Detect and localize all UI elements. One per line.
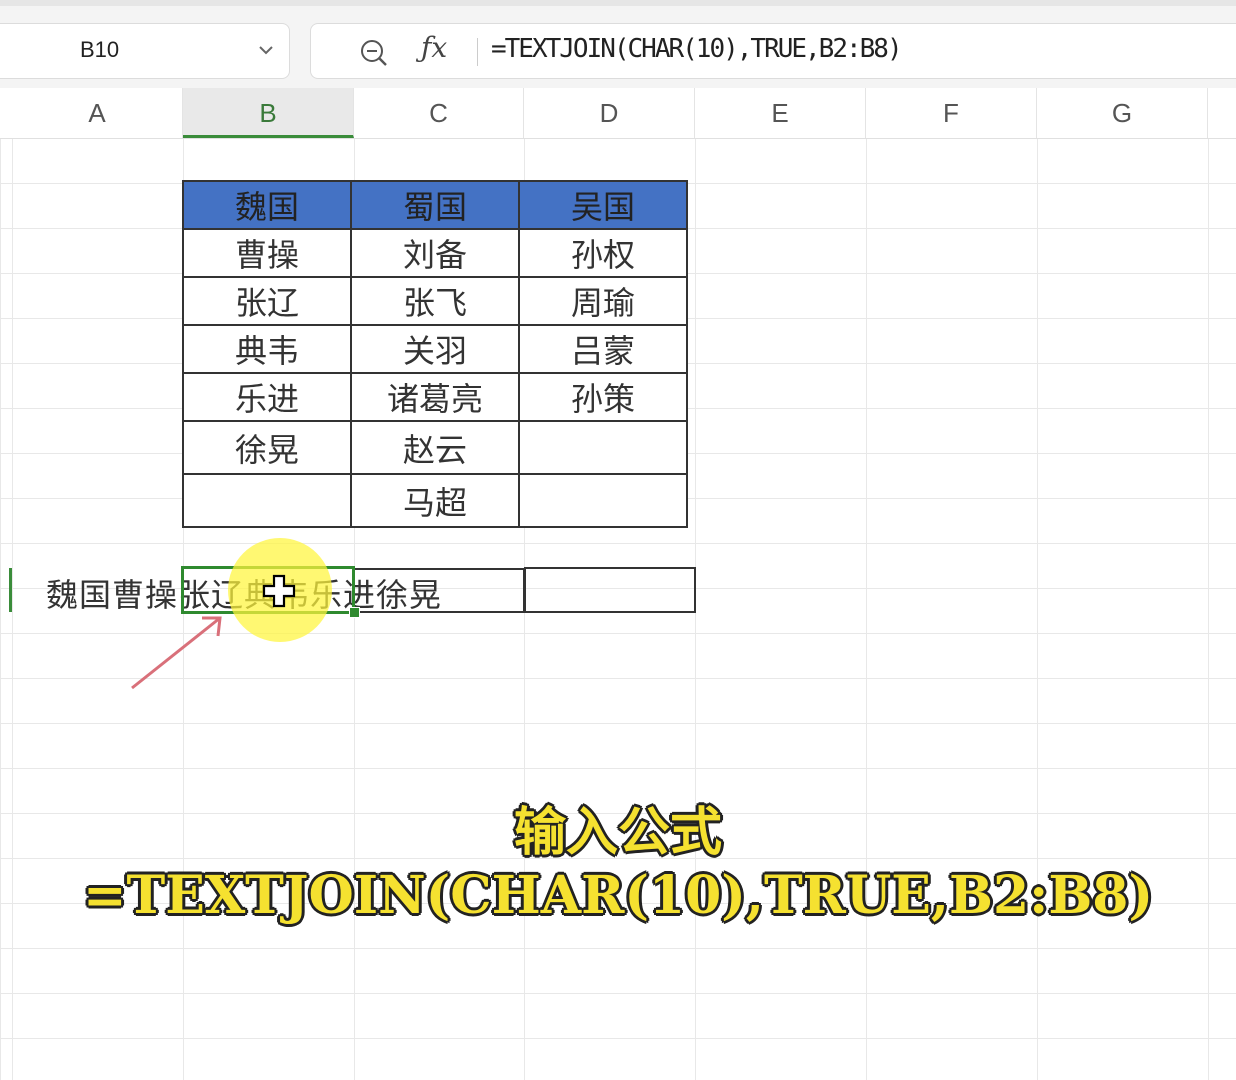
arrow-annotation [131, 616, 222, 690]
column-header-b[interactable]: B [183, 88, 354, 138]
move-cursor-icon [262, 574, 296, 608]
column-header-bar: A B C D E F G [0, 88, 1236, 139]
table-cell[interactable]: 关羽 [350, 324, 520, 374]
column-header-d[interactable]: D [524, 88, 695, 138]
table-cell[interactable]: 孙权 [518, 228, 688, 278]
table-header-cell[interactable]: 蜀国 [350, 180, 520, 230]
fx-icon[interactable]: ƒx [421, 31, 447, 64]
table-cell[interactable]: 徐晃 [182, 420, 352, 475]
table-cell[interactable]: 张飞 [350, 276, 520, 326]
table-cell[interactable]: 乐进 [182, 372, 352, 422]
kingdoms-table: 魏国 蜀国 吴国 曹操 刘备 孙权 张辽 张飞 周瑜 典韦 关羽 吕蒙 乐进 诸… [182, 180, 688, 528]
formula-separator [477, 38, 478, 66]
formula-bar[interactable]: ƒx =TEXTJOIN(CHAR(10),TRUE,B2:B8) [310, 23, 1236, 79]
table-row: 马超 [182, 473, 688, 528]
table-cell[interactable]: 孙策 [518, 372, 688, 422]
table-cell[interactable]: 典韦 [182, 324, 352, 374]
table-cell[interactable]: 赵云 [350, 420, 520, 475]
table-cell[interactable]: 马超 [350, 473, 520, 528]
top-toolbar: B10 ƒx =TEXTJOIN(CHAR(10),TRUE,B2:B8) [0, 0, 1236, 88]
table-row: 徐晃 赵云 [182, 420, 688, 475]
caption-overlay: 输入公式=TEXTJOIN(CHAR(10),TRUE,B2:B8) [82, 802, 1154, 926]
table-cell[interactable] [518, 473, 688, 528]
table-row: 曹操 刘备 孙权 [182, 228, 688, 278]
table-cell[interactable] [518, 420, 688, 475]
column-header-a[interactable]: A [12, 88, 183, 138]
column-header-g[interactable]: G [1037, 88, 1208, 138]
name-box[interactable]: B10 [0, 23, 290, 79]
chevron-down-icon[interactable] [256, 40, 276, 60]
column-header-c[interactable]: C [354, 88, 524, 138]
fill-handle[interactable] [349, 607, 360, 618]
column-header-e[interactable]: E [695, 88, 866, 138]
table-header-cell[interactable]: 吴国 [518, 180, 688, 230]
table-row: 乐进 诸葛亮 孙策 [182, 372, 688, 422]
formula-input[interactable]: =TEXTJOIN(CHAR(10),TRUE,B2:B8) [491, 34, 903, 64]
table-header-row: 魏国 蜀国 吴国 [182, 180, 688, 230]
table-cell[interactable]: 诸葛亮 [350, 372, 520, 422]
name-box-value: B10 [80, 37, 120, 62]
zoom-icon[interactable] [359, 38, 389, 68]
table-cell[interactable]: 曹操 [182, 228, 352, 278]
table-cell[interactable] [182, 473, 352, 528]
column-header-f[interactable]: F [866, 88, 1037, 138]
table-header-cell[interactable]: 魏国 [182, 180, 352, 230]
table-row: 典韦 关羽 吕蒙 [182, 324, 688, 374]
table-cell[interactable]: 周瑜 [518, 276, 688, 326]
table-cell[interactable]: 吕蒙 [518, 324, 688, 374]
table-row: 张辽 张飞 周瑜 [182, 276, 688, 326]
table-cell[interactable]: 刘备 [350, 228, 520, 278]
table-cell[interactable]: 张辽 [182, 276, 352, 326]
